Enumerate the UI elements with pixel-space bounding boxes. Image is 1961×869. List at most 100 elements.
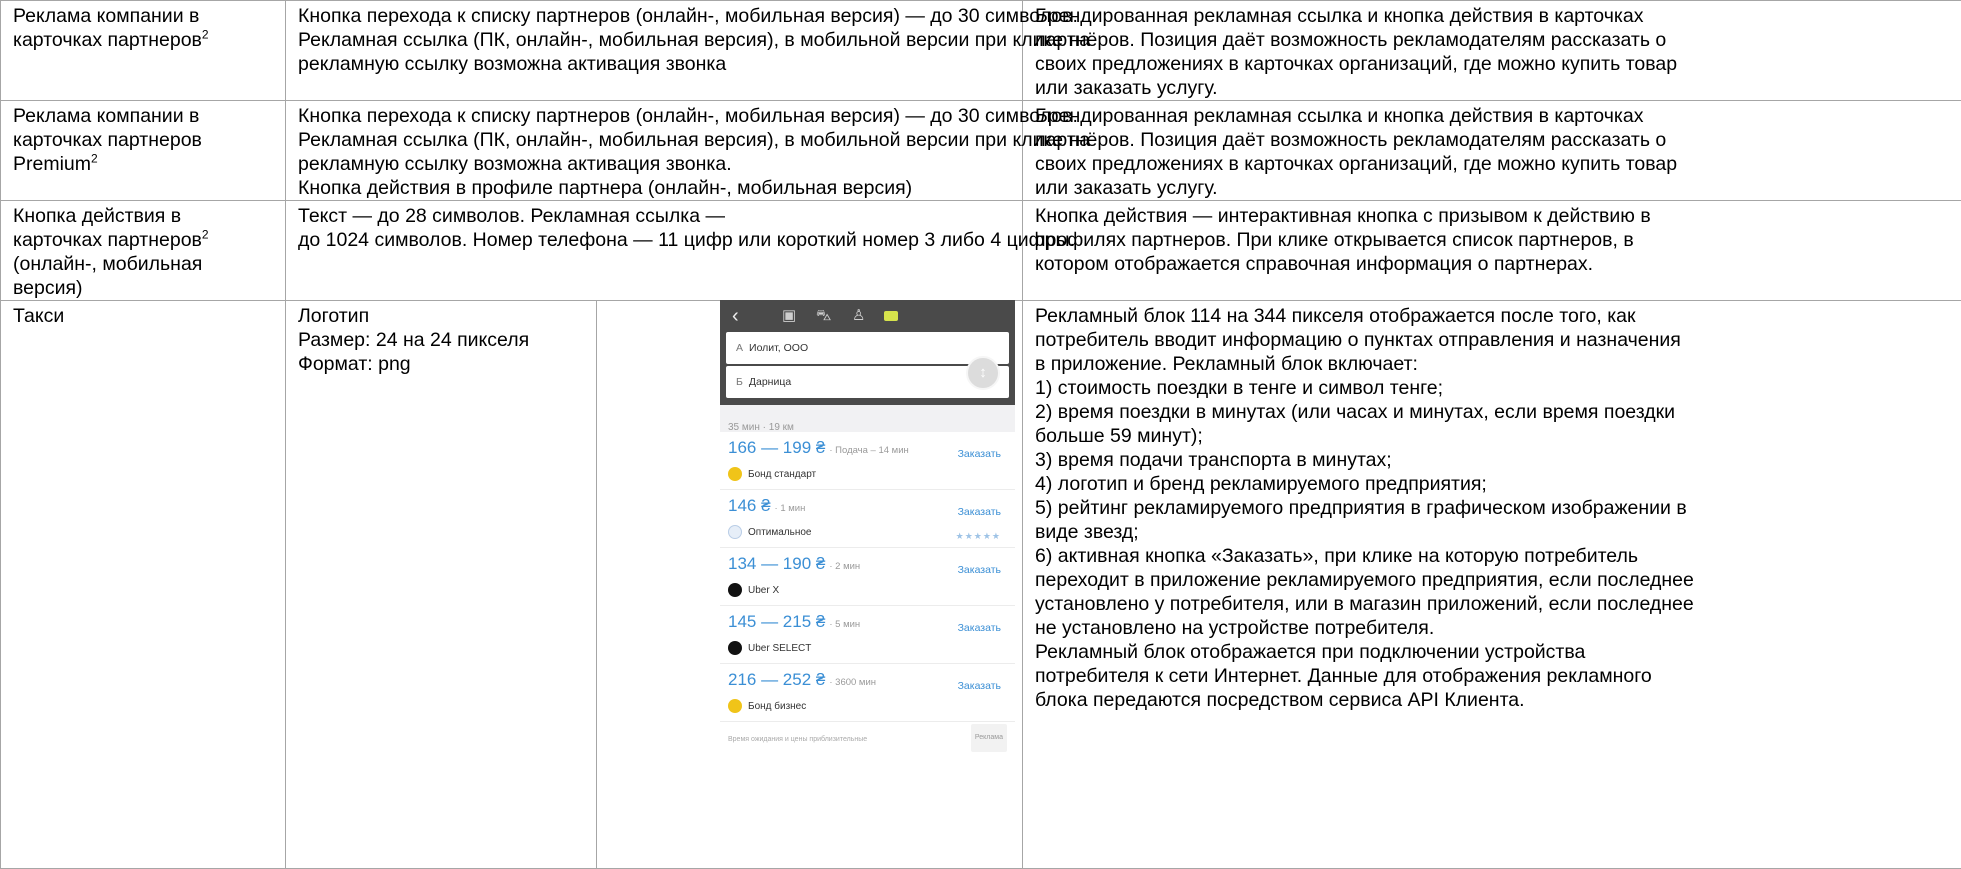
format-name-line: (онлайн-, мобильная: [13, 252, 280, 276]
pickup-time: · 2 мин: [829, 561, 860, 572]
price: 216 — 252 ₴: [728, 670, 825, 689]
uber-logo-icon: [728, 641, 742, 655]
uber-logo-icon: [728, 583, 742, 597]
order-button[interactable]: Заказать: [958, 500, 1001, 524]
bus-icon[interactable]: ▣: [782, 306, 796, 326]
notes-line: переходит в приложение рекламируемого пр…: [1035, 568, 1956, 592]
notes-line: Рекламный блок отображается при подключе…: [1035, 640, 1956, 664]
origin-field[interactable]: А Иолит, ООО: [726, 332, 1009, 364]
origin-value: Иолит, ООО: [749, 342, 808, 354]
taxi-icon[interactable]: [884, 311, 898, 321]
car-icon[interactable]: ⛍: [816, 306, 831, 326]
taxi-app-mockup: ‹ ▣ ⛍ ♙ АИолит, ООО БДарница ↕ 35 мин · …: [720, 300, 1015, 840]
notes-line: Рекламный блок 114 на 344 пикселя отобра…: [1035, 304, 1956, 328]
example-screenshot-cell: ‹ ▣ ⛍ ♙ АИолит, ООО БДарница ↕ 35 мин · …: [597, 301, 1023, 869]
notes-line: блока передаются посредством сервиса API…: [1035, 688, 1956, 712]
description-line: рекламную ссылку возможна активация звон…: [298, 152, 1017, 176]
table-row: Реклама компании в карточках партнеров P…: [1, 101, 1961, 201]
notes-line: котором отображается справочная информац…: [1035, 252, 1956, 276]
format-name-cell: Такси: [1, 301, 286, 869]
pickup-time: · 3600 мин: [829, 677, 876, 688]
description-line: рекламную ссылку возможна активация звон…: [298, 52, 1017, 76]
brand-name: Uber SELECT: [748, 643, 811, 654]
notes-line: Брендированная рекламная ссылка и кнопка…: [1035, 104, 1956, 128]
description-line: Текст — до 28 символов. Рекламная ссылка…: [298, 204, 1017, 228]
notes-line: профилях партнеров. При клике открываетс…: [1035, 228, 1956, 252]
notes-line: Кнопка действия — интерактивная кнопка с…: [1035, 204, 1956, 228]
price: 146 ₴: [728, 496, 771, 515]
format-name-cell: Кнопка действия в карточках партнеров2 (…: [1, 201, 286, 301]
swap-route-icon[interactable]: ↕: [966, 356, 1000, 390]
notes-line: своих предложениях в карточках организац…: [1035, 152, 1956, 176]
brand-name: Uber X: [748, 585, 779, 596]
notes-line: Брендированная рекламная ссылка и кнопка…: [1035, 4, 1956, 28]
taxi-brand-logo-icon: [728, 467, 742, 481]
brand-name: Оптимальное: [748, 527, 812, 538]
transport-mode-bar: ‹ ▣ ⛍ ♙: [720, 306, 1015, 328]
origin-key: А: [736, 342, 743, 354]
format-notes-cell: Кнопка действия — интерактивная кнопка с…: [1023, 201, 1961, 301]
table-row: Реклама компании в карточках партнеров2 …: [1, 1, 1961, 101]
format-notes-cell: Брендированная рекламная ссылка и кнопка…: [1023, 101, 1961, 201]
format-description-cell: Логотип Размер: 24 на 24 пикселя Формат:…: [286, 301, 597, 869]
footnote-marker: 2: [91, 152, 98, 166]
notes-line: 4) логотип и бренд рекламируемого предпр…: [1035, 472, 1956, 496]
notes-line: партнёров. Позиция даёт возможность рекл…: [1035, 128, 1956, 152]
notes-line: 2) время поездки в минутах (или часах и …: [1035, 400, 1956, 424]
rating-stars: ★★★★★: [956, 524, 1001, 548]
notes-line: не установлено на устройстве потребителя…: [1035, 616, 1956, 640]
format-name-line: Кнопка действия в: [13, 204, 280, 228]
pickup-time: · Подача – 14 мин: [829, 445, 908, 456]
brand-name: Бонд стандарт: [748, 469, 816, 480]
brand-name: Бонд бизнес: [748, 701, 806, 712]
description-line: Формат: png: [298, 352, 591, 376]
notes-line: 6) активная кнопка «Заказать», при клике…: [1035, 544, 1956, 568]
format-name-line: Реклама компании в: [13, 4, 280, 28]
description-line: Рекламная ссылка (ПК, онлайн-, мобильная…: [298, 28, 1017, 52]
notes-line: виде звезд;: [1035, 520, 1956, 544]
description-line: Логотип: [298, 304, 591, 328]
taxi-brand-logo-icon: [728, 699, 742, 713]
app-header: ‹ ▣ ⛍ ♙ АИолит, ООО БДарница: [720, 300, 1015, 405]
destination-key: Б: [736, 376, 743, 388]
notes-line: 3) время подачи транспорта в минутах;: [1035, 448, 1956, 472]
disclaimer-note: Время ожидания и цены приблизительные: [728, 728, 867, 752]
list-item: 216 — 252 ₴ · 3600 мин Заказать Бонд бизн…: [720, 664, 1015, 722]
format-description-cell: Текст — до 28 символов. Рекламная ссылка…: [286, 201, 1023, 301]
description-line: Размер: 24 на 24 пикселя: [298, 328, 591, 352]
list-item: 134 — 190 ₴ · 2 мин Заказать Uber X: [720, 548, 1015, 606]
notes-line: 5) рейтинг рекламируемого предприятия в …: [1035, 496, 1956, 520]
format-name-line: Premium: [13, 153, 91, 175]
format-notes-cell: Рекламный блок 114 на 344 пикселя отобра…: [1023, 301, 1961, 869]
list-item: 166 — 199 ₴· Подача – 14 мин Заказать Бо…: [720, 432, 1015, 490]
order-button[interactable]: Заказать: [958, 616, 1001, 640]
order-button[interactable]: Заказать: [958, 674, 1001, 698]
description-line: Кнопка перехода к списку партнеров (онла…: [298, 4, 1017, 28]
notes-line: или заказать услугу.: [1035, 76, 1956, 100]
format-description-cell: Кнопка перехода к списку партнеров (онла…: [286, 1, 1023, 101]
back-icon[interactable]: ‹: [732, 306, 739, 326]
order-button[interactable]: Заказать: [958, 558, 1001, 582]
description-line: Кнопка перехода к списку партнеров (онла…: [298, 104, 1017, 128]
notes-line: в приложение. Рекламный блок включает:: [1035, 352, 1956, 376]
format-name-line: карточках партнеров: [13, 128, 280, 152]
description-line: Рекламная ссылка (ПК, онлайн-, мобильная…: [298, 128, 1017, 152]
notes-line: 1) стоимость поездки в тенге и символ те…: [1035, 376, 1956, 400]
format-notes-cell: Брендированная рекламная ссылка и кнопка…: [1023, 1, 1961, 101]
format-name-line: карточках партнеров: [13, 29, 202, 51]
notes-line: или заказать услугу.: [1035, 176, 1956, 200]
walk-icon[interactable]: ♙: [852, 306, 865, 326]
format-name-line: карточках партнеров: [13, 229, 202, 251]
list-item: 146 ₴· 1 мин Заказать Оптимальное ★★★★★: [720, 490, 1015, 548]
order-button[interactable]: Заказать: [958, 442, 1001, 466]
table-row: Такси Логотип Размер: 24 на 24 пикселя Ф…: [1, 301, 1961, 869]
price: 134 — 190 ₴: [728, 554, 825, 573]
ad-label-badge: Реклама: [971, 724, 1007, 752]
ad-formats-table: Реклама компании в карточках партнеров2 …: [0, 0, 1961, 869]
footnote-marker: 2: [202, 28, 209, 42]
footnote-marker: 2: [202, 228, 209, 242]
price: 145 — 215 ₴: [728, 612, 825, 631]
notes-line: партнёров. Позиция даёт возможность рекл…: [1035, 28, 1956, 52]
format-name-cell: Реклама компании в карточках партнеров P…: [1, 101, 286, 201]
notes-line: установлено у потребителя, или в магазин…: [1035, 592, 1956, 616]
